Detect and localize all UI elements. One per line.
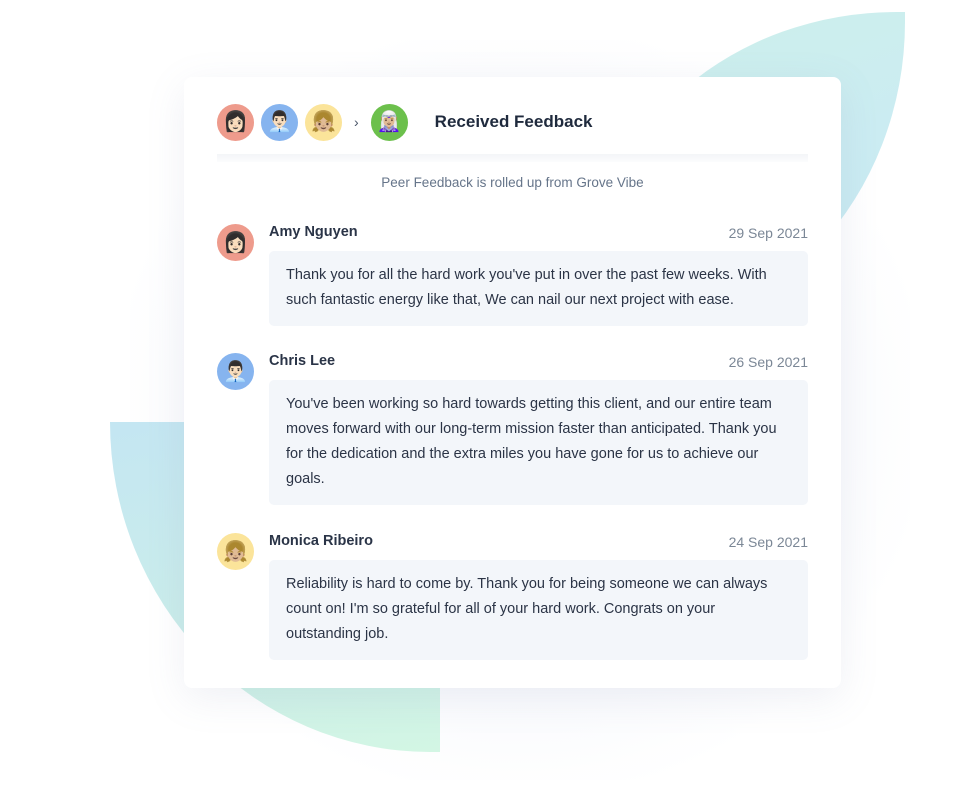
woman-avatar-icon: 👩🏻: [217, 224, 254, 261]
feedback-author: Chris Lee: [269, 353, 336, 369]
card-header: 👩🏻 👨🏻‍💼 👧🏼 › 🧝🏼‍♀️ Received Feedback: [217, 100, 808, 144]
feedback-author: Monica Ribeiro: [269, 533, 373, 549]
feedback-author: Amy Nguyen: [269, 224, 358, 240]
feedback-date: 26 Sep 2021: [728, 354, 808, 370]
chevron-right-icon: ›: [354, 114, 359, 130]
feedback-message: You've been working so hard towards gett…: [269, 380, 808, 505]
feedback-date: 24 Sep 2021: [728, 534, 808, 550]
memoji-girl-avatar-icon: 👧🏼: [305, 103, 342, 141]
memoji-girl-avatar-icon: 👧🏼: [217, 533, 254, 570]
woman-avatar-icon: 👩🏻: [217, 103, 254, 141]
memoji-recipient-avatar-icon: 🧝🏼‍♀️: [370, 103, 408, 141]
feedback-message: Thank you for all the hard work you've p…: [269, 251, 808, 326]
header-divider: [217, 154, 808, 162]
feedback-date: 29 Sep 2021: [728, 225, 808, 241]
received-feedback-card: 👩🏻 👨🏻‍💼 👧🏼 › 🧝🏼‍♀️ Received Feedback Pee…: [184, 77, 841, 688]
man-avatar-icon: 👨🏻‍💼: [261, 103, 298, 141]
feedback-message: Reliability is hard to come by. Thank yo…: [269, 560, 808, 660]
page-title: Received Feedback: [434, 112, 593, 131]
peer-feedback-note: Peer Feedback is rolled up from Grove Vi…: [381, 175, 644, 190]
man-avatar-icon: 👨🏻‍💼: [217, 353, 254, 390]
